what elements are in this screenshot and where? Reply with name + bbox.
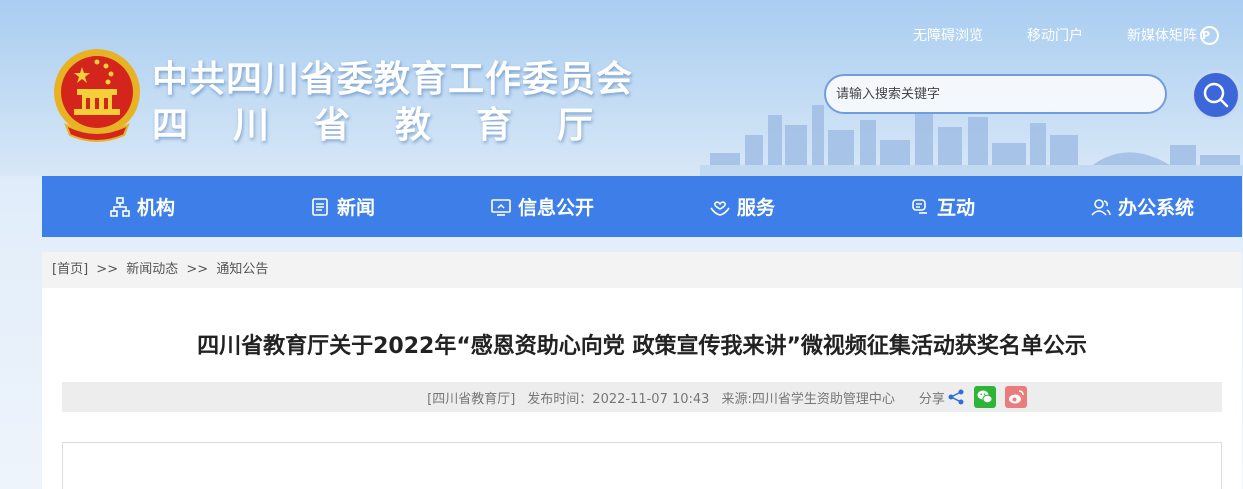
breadcrumb-news[interactable]: 新闻动态 <box>126 262 178 277</box>
nav-item-news[interactable]: 新闻 <box>242 176 442 237</box>
nav-item-service[interactable]: 服务 <box>642 176 842 237</box>
newspaper-icon <box>312 197 328 216</box>
nav-label-office: 办公系统 <box>1117 197 1194 219</box>
users-icon <box>1091 198 1111 216</box>
article-source: 来源:四川省学生资助管理中心 <box>721 391 895 407</box>
nav-label-interact: 互动 <box>936 197 975 219</box>
breadcrumb-notices[interactable]: 通知公告 <box>216 262 268 277</box>
article-meta: [四川省教育厅] 发布时间：2022-11-07 10:43 来源:四川省学生资… <box>62 382 1222 412</box>
article-content: 四川省教育厅关于2022年“感恩资助心向党 政策宣传我来讲”微视频征集活动获奖名… <box>42 288 1242 489</box>
breadcrumb-home[interactable]: [首页] <box>52 262 88 277</box>
site-header: 无障碍浏览 移动门户 新媒体矩阵 P 中共四川省委教育工作委员会 四川省教育厅 <box>0 0 1243 176</box>
chat-icon <box>912 198 927 214</box>
weibo-share-button[interactable] <box>1004 386 1027 408</box>
article-publish-time: 发布时间：2022-11-07 10:43 <box>527 391 710 407</box>
national-emblem-icon <box>54 49 140 142</box>
search-box <box>824 74 1167 114</box>
nav-label-service: 服务 <box>736 197 775 219</box>
breadcrumb-separator: >> <box>186 262 209 277</box>
breadcrumb-separator: >> <box>96 262 119 277</box>
nav-item-org[interactable]: 机构 <box>42 176 242 237</box>
hands-heart-icon <box>710 200 730 216</box>
top-links: 无障碍浏览 移动门户 新媒体矩阵 P <box>913 25 1219 45</box>
nav-label-org: 机构 <box>136 197 175 219</box>
nav-item-info[interactable]: 信息公开 <box>442 176 642 237</box>
accessibility-link[interactable]: 无障碍浏览 <box>913 25 983 45</box>
monitor-icon <box>491 198 511 216</box>
article-publisher: [四川省教育厅] <box>427 391 516 407</box>
share-icon[interactable] <box>947 388 965 406</box>
nav-item-office[interactable]: 办公系统 <box>1042 176 1242 237</box>
new-media-label: 新媒体矩阵 <box>1127 28 1197 44</box>
search-input[interactable] <box>826 76 1165 112</box>
breadcrumb: [首页] >> 新闻动态 >> 通知公告 <box>42 252 1242 288</box>
new-media-link[interactable]: 新媒体矩阵 P <box>1127 25 1219 45</box>
search-button[interactable] <box>1194 73 1238 117</box>
article-title: 四川省教育厅关于2022年“感恩资助心向党 政策宣传我来讲”微视频征集活动获奖名… <box>197 334 1087 359</box>
site-title-line2: 四川省教育厅 <box>152 105 639 146</box>
new-media-icon: P <box>1200 25 1219 45</box>
search-icon <box>1203 82 1229 108</box>
article-body <box>62 442 1222 489</box>
nav-label-news: 新闻 <box>336 197 375 219</box>
wechat-share-button[interactable] <box>973 386 996 408</box>
share-label: 分享 <box>918 391 945 407</box>
nav-label-info: 信息公开 <box>517 197 594 219</box>
weibo-icon <box>1008 390 1024 404</box>
main-nav: 机构 新闻 信息公开 服务 互动 办公系统 <box>42 176 1242 237</box>
site-title-line1: 中共四川省委教育工作委员会 <box>152 59 634 100</box>
wechat-icon <box>977 390 993 404</box>
org-chart-icon <box>110 196 130 217</box>
nav-item-interact[interactable]: 互动 <box>842 176 1042 237</box>
mobile-portal-link[interactable]: 移动门户 <box>1027 25 1083 45</box>
